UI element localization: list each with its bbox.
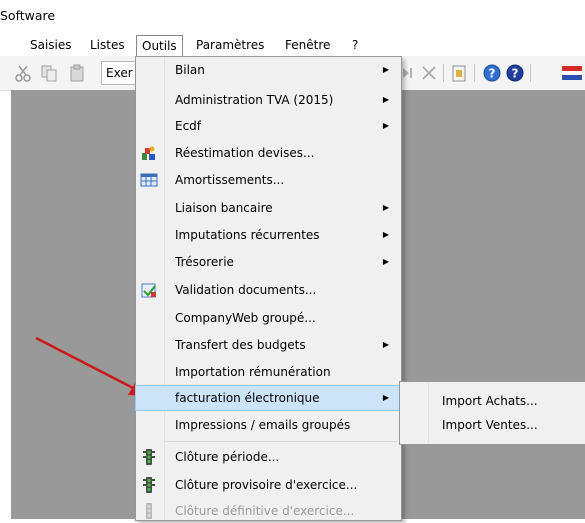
help-question-icon[interactable]: ?: [483, 64, 501, 82]
menu-item-label: Impressions / emails groupés: [175, 418, 351, 432]
window-title: Software: [0, 8, 56, 23]
last-record-icon[interactable]: [401, 64, 415, 82]
toolbar-separator: [474, 64, 475, 82]
document-check-icon: [141, 283, 156, 298]
menu-separator: [166, 441, 397, 442]
submenu-arrow-icon: ▶: [382, 257, 389, 266]
submenu-item-import-ventes[interactable]: Import Ventes...: [400, 413, 585, 437]
menu-item-importation-remuneration[interactable]: Importation rémunération: [136, 360, 401, 384]
menu-item-reestimation-devises[interactable]: Réestimation devises...: [136, 141, 401, 165]
submenu-arrow-icon: ▶: [382, 121, 389, 130]
traffic-light-icon: [143, 449, 155, 465]
submenu-arrow-icon: ▶: [382, 230, 389, 239]
submenu-arrow-icon: ▶: [382, 393, 389, 402]
table-grid-icon: [140, 173, 158, 187]
menu-item-label: Import Achats...: [442, 394, 538, 408]
svg-text:?: ?: [512, 67, 519, 81]
paste-icon[interactable]: [68, 64, 86, 82]
menu-item-label: Amortissements...: [175, 173, 285, 187]
menu-item-label: Administration TVA (2015): [175, 93, 334, 107]
menu-item-facturation-electronique[interactable]: facturation électronique ▶: [135, 385, 402, 411]
submenu-arrow-icon: ▶: [382, 65, 389, 74]
toolbar-separator: [530, 64, 531, 82]
menu-item-label: Ecdf: [175, 119, 202, 133]
menu-item-label: Validation documents...: [175, 283, 317, 297]
menu-help[interactable]: ?: [352, 36, 358, 54]
menu-item-impressions-emails[interactable]: Impressions / emails groupés: [136, 413, 401, 437]
menu-item-label: Liaison bancaire: [175, 201, 273, 215]
about-info-icon[interactable]: ?: [506, 64, 524, 82]
menu-fenetre[interactable]: Fenêtre: [285, 36, 330, 54]
menu-item-bilan[interactable]: Bilan ▶: [136, 58, 401, 82]
menu-item-label: Clôture période...: [175, 450, 280, 464]
menu-item-label: CompanyWeb groupé...: [175, 311, 316, 325]
submenu-arrow-icon: ▶: [382, 203, 389, 212]
toolbar-separator: [443, 64, 444, 82]
menu-outils[interactable]: Outils: [136, 35, 183, 56]
delete-icon[interactable]: [420, 64, 438, 82]
cut-icon[interactable]: [14, 64, 32, 82]
language-flag-icon[interactable]: [562, 64, 582, 82]
menu-item-imputations-recurrentes[interactable]: Imputations récurrentes ▶: [136, 223, 401, 247]
traffic-light-icon: [146, 503, 152, 519]
menu-item-administration-tva[interactable]: Administration TVA (2015) ▶: [136, 88, 401, 112]
menu-item-label: Transfert des budgets: [175, 338, 306, 352]
submenu-item-import-achats[interactable]: Import Achats...: [400, 389, 585, 413]
menu-item-cloture-periode[interactable]: Clôture période...: [136, 445, 401, 469]
menu-item-tresorerie[interactable]: Trésorerie ▶: [136, 250, 401, 274]
menu-item-amortissements[interactable]: Amortissements...: [136, 168, 401, 192]
currency-revaluation-icon: [142, 146, 155, 160]
menu-item-label: Clôture définitive d'exercice...: [175, 504, 355, 518]
menu-item-companyweb-groupe[interactable]: CompanyWeb groupé...: [136, 306, 401, 330]
menu-item-cloture-provisoire[interactable]: Clôture provisoire d'exercice...: [136, 473, 401, 497]
menu-item-label: Réestimation devises...: [175, 146, 315, 160]
menu-listes[interactable]: Listes: [90, 36, 125, 54]
menu-item-label: Trésorerie: [175, 255, 234, 269]
menu-item-label: Clôture provisoire d'exercice...: [175, 478, 358, 492]
menu-item-label: facturation électronique: [175, 391, 320, 405]
menu-saisies[interactable]: Saisies: [30, 36, 72, 54]
submenu-arrow-icon: ▶: [382, 340, 389, 349]
submenu-arrow-icon: ▶: [382, 95, 389, 104]
menu-item-ecdf[interactable]: Ecdf ▶: [136, 114, 401, 138]
menu-item-label: Importation rémunération: [175, 365, 331, 379]
title-bar: Software: [0, 0, 585, 34]
menu-item-transfert-budgets[interactable]: Transfert des budgets ▶: [136, 333, 401, 357]
menu-bar: Saisies Listes Outils Paramètres Fenêtre…: [0, 34, 585, 56]
menu-item-label: Imputations récurrentes: [175, 228, 320, 242]
menu-item-label: Import Ventes...: [442, 418, 538, 432]
menu-item-label: Bilan: [175, 63, 205, 77]
report-icon[interactable]: [450, 64, 468, 82]
menu-item-cloture-definitive: Clôture définitive d'exercice...: [136, 499, 401, 523]
facturation-submenu: Import Achats... Import Ventes...: [399, 381, 585, 445]
menu-parametres[interactable]: Paramètres: [196, 36, 264, 54]
traffic-light-icon: [143, 477, 155, 493]
copy-icon[interactable]: [40, 64, 58, 82]
svg-text:?: ?: [489, 67, 496, 81]
outils-dropdown-menu: Bilan ▶ Administration TVA (2015) ▶ Ecdf…: [135, 56, 402, 521]
menu-item-validation-documents[interactable]: Validation documents...: [136, 278, 401, 302]
menu-item-liaison-bancaire[interactable]: Liaison bancaire ▶: [136, 196, 401, 220]
